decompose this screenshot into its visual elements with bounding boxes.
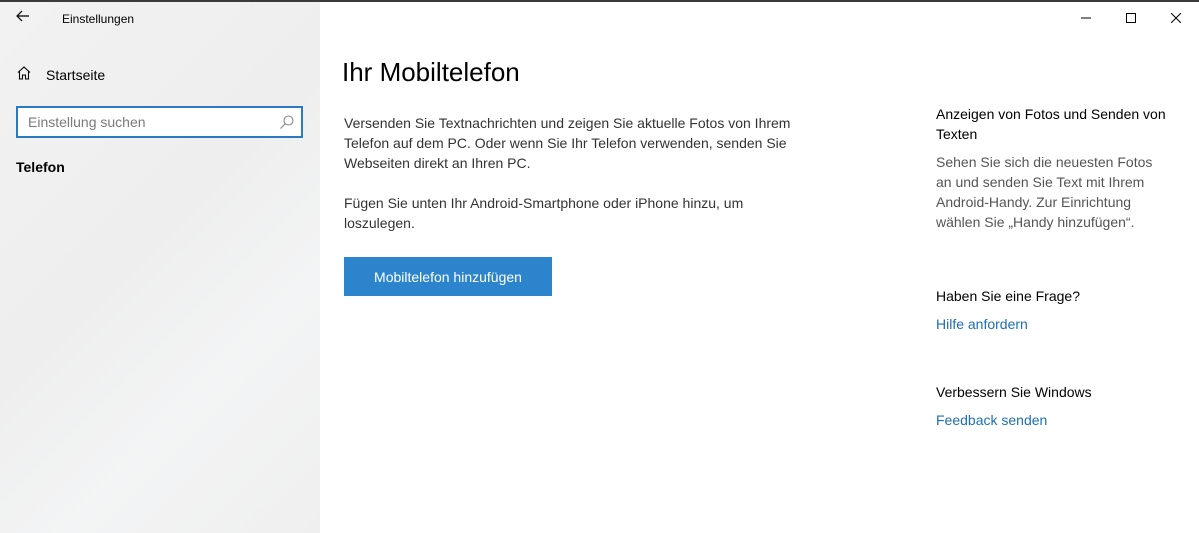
search-icon[interactable] — [279, 114, 295, 130]
arrow-left-icon — [16, 9, 30, 27]
window-title: Einstellungen — [62, 12, 135, 26]
sidebar-item-home[interactable]: Startseite — [16, 62, 105, 88]
feedback-heading: Verbessern Sie Windows — [936, 384, 1092, 400]
get-help-link[interactable]: Hilfe anfordern — [936, 314, 1176, 334]
help-section: Haben Sie eine Frage? Hilfe anfordern — [936, 286, 1176, 334]
sidebar-item-label: Startseite — [46, 67, 106, 83]
sidebar-section-telefon[interactable]: Telefon — [16, 159, 65, 175]
close-icon — [1170, 10, 1182, 28]
page-title: Ihr Mobiltelefon — [342, 57, 520, 87]
maximize-icon — [1126, 10, 1136, 28]
back-button[interactable] — [8, 6, 38, 30]
search-input[interactable] — [28, 113, 268, 131]
search-box[interactable] — [16, 106, 303, 138]
minimize-button[interactable] — [1063, 4, 1109, 34]
description-paragraph: Versenden Sie Textnachrichten und zeigen… — [344, 115, 791, 171]
add-phone-button[interactable]: Mobiltelefon hinzufügen — [344, 257, 552, 296]
settings-window: Einstellungen Startseite Einstellung suc… — [0, 0, 1199, 533]
home-icon — [16, 65, 32, 86]
title-bar: Einstellungen — [0, 2, 1199, 34]
minimize-icon — [1081, 10, 1091, 28]
description-paragraph: Fügen Sie unten Ihr Android-Smartphone o… — [344, 195, 744, 231]
close-button[interactable] — [1153, 4, 1199, 34]
send-feedback-link[interactable]: Feedback senden — [936, 410, 1176, 430]
feedback-section: Verbessern Sie Windows Feedback senden — [936, 382, 1176, 430]
info-heading: Anzeigen von Fotos und Senden von Texten — [936, 106, 1166, 142]
info-text: Sehen Sie sich die neuesten Fotos an und… — [936, 154, 1153, 230]
help-heading: Haben Sie eine Frage? — [936, 288, 1080, 304]
info-section: Anzeigen von Fotos und Senden von Texten… — [936, 104, 1166, 232]
maximize-button[interactable] — [1108, 4, 1154, 34]
